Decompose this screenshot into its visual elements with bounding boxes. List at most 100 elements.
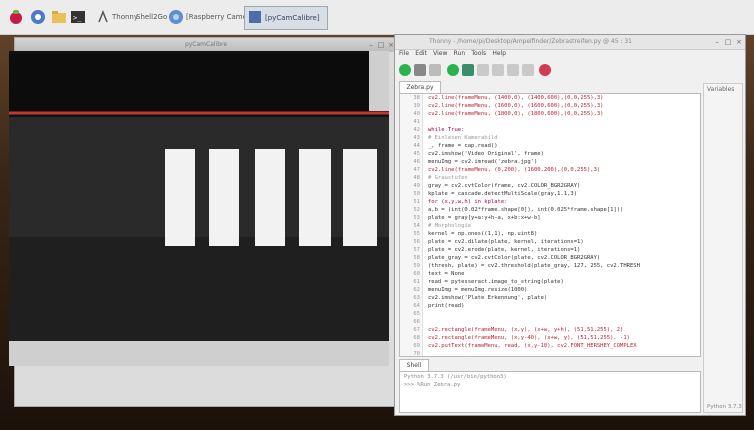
code-text: cv2.line(frameMenu, (1600,0), (1600,600)… — [428, 103, 604, 109]
taskbar-item-shell[interactable]: Shell2Go — [136, 13, 167, 21]
code-text: plate = cv2.erode(plate, kernel, iterati… — [428, 247, 581, 253]
code-text: while True: — [428, 127, 465, 133]
close-icon[interactable]: × — [735, 38, 743, 46]
code-text: cv2.rectangle(frameMenu, (x,y), (x+w, y+… — [428, 327, 624, 333]
svg-text:>_: >_ — [73, 14, 82, 22]
taskbar: >_ Thonny Shell2Go [Raspberry Camera] [p… — [0, 0, 754, 35]
raspberry-menu-icon[interactable] — [8, 9, 24, 25]
menu-tools[interactable]: Tools — [471, 50, 486, 57]
thonny-title: Thonny - /home/pi/Desktop/Ampelfinder/Ze… — [429, 38, 632, 45]
code-text: print(read) — [428, 303, 465, 309]
code-text: cv2.imshow('Video Original', frame) — [428, 151, 544, 157]
code-text: # Morphologie — [428, 223, 472, 229]
line-number: 44 — [413, 143, 420, 149]
code-text: for (x,y,w,h) in kplate: — [428, 199, 508, 205]
thonny-titlebar[interactable]: Thonny - /home/pi/Desktop/Ampelfinder/Ze… — [395, 35, 745, 50]
code-text: kernel = np.ones((1,1), np.uint8) — [428, 231, 538, 237]
menu-run[interactable]: Run — [454, 50, 466, 57]
code-line: 70 — [400, 350, 700, 356]
menu-edit[interactable]: Edit — [415, 50, 427, 57]
folder-icon[interactable] — [51, 9, 67, 25]
line-number: 50 — [413, 191, 420, 197]
line-number: 61 — [413, 279, 420, 285]
open-file-icon[interactable] — [414, 64, 426, 76]
line-number: 63 — [413, 295, 420, 301]
minimize-icon[interactable]: – — [713, 38, 721, 46]
line-number: 66 — [413, 319, 420, 325]
window-icon — [249, 11, 261, 23]
line-number: 69 — [413, 343, 420, 349]
menu-help[interactable]: Help — [492, 50, 506, 57]
maximize-icon[interactable]: □ — [377, 41, 385, 49]
code-text: gray = cv2.cvtColor(frame, cv2.COLOR_BGR… — [428, 183, 581, 189]
python-version-label: Python 3.7.3 — [707, 404, 742, 410]
line-number: 60 — [413, 271, 420, 277]
line-number: 45 — [413, 151, 420, 157]
thonny-icon[interactable] — [96, 9, 112, 25]
maximize-icon[interactable]: □ — [724, 38, 732, 46]
line-number: 67 — [413, 327, 420, 333]
code-text: cv2.line(frameMenu, (0,200), (1600,200),… — [428, 167, 601, 173]
step-into-icon[interactable] — [492, 64, 504, 76]
code-text: # Einlesen Kamerabild — [428, 135, 498, 141]
camera-icon — [168, 9, 184, 25]
terminal-icon[interactable]: >_ — [70, 9, 86, 25]
line-number: 52 — [413, 207, 420, 213]
code-text: (thresh, plate) = cv2.threshold(plate_gr… — [428, 263, 640, 269]
line-number: 55 — [413, 231, 420, 237]
variables-pane: Variables Python 3.7.3 — [703, 83, 743, 413]
debug-icon[interactable] — [462, 64, 474, 76]
code-text: kplate = cascade.detectMultiScale(gray,1… — [428, 191, 578, 197]
browser-icon[interactable] — [30, 9, 46, 25]
camera-window-title: pyCamCalibre — [184, 41, 228, 48]
taskbar-item-pycam: [pyCamCalibre] — [265, 14, 320, 22]
line-number: 46 — [413, 159, 420, 165]
line-number: 43 — [413, 135, 420, 141]
line-number: 47 — [413, 167, 420, 173]
line-number: 62 — [413, 287, 420, 293]
variables-pane-title: Variables — [707, 86, 735, 93]
code-text: plate = gray[y+a:y+h-a, x+b:x+w-b] — [428, 215, 541, 221]
camera-view — [9, 51, 389, 366]
line-number: 54 — [413, 223, 420, 229]
menu-file[interactable]: File — [399, 50, 409, 57]
step-over-icon[interactable] — [477, 64, 489, 76]
tab-zebra-py[interactable]: Zebra.py — [399, 81, 441, 93]
code-text: text = None — [428, 271, 465, 277]
save-file-icon[interactable] — [429, 64, 441, 76]
line-number: 57 — [413, 247, 420, 253]
run-icon[interactable] — [447, 64, 459, 76]
code-text: _, frame = cap.read() — [428, 143, 498, 149]
line-number: 58 — [413, 255, 420, 261]
code-text: plate = cv2.dilate(plate, kernel, iterat… — [428, 239, 584, 245]
line-number: 49 — [413, 183, 420, 189]
line-number: 48 — [413, 175, 420, 181]
resume-icon[interactable] — [522, 64, 534, 76]
taskbar-task-active[interactable]: [pyCamCalibre] — [244, 6, 328, 30]
code-editor[interactable]: 38 cv2.line(frameMenu, (1400,0), (1400,6… — [399, 93, 701, 357]
code-text: plate_gray = cv2.cvtColor(plate, cv2.COL… — [428, 255, 601, 261]
shell-console[interactable]: Python 3.7.3 (/usr/bin/python3) >>> %Run… — [399, 371, 701, 413]
line-number: 42 — [413, 127, 420, 133]
step-out-icon[interactable] — [507, 64, 519, 76]
stop-icon[interactable] — [539, 64, 551, 76]
shell-line: Python 3.7.3 (/usr/bin/python3) — [404, 374, 507, 380]
code-text: # Graustufen — [428, 175, 468, 181]
line-number: 56 — [413, 239, 420, 245]
camera-feed-image — [9, 51, 389, 366]
code-text: cv2.imshow('Plate Erkennung', plate) — [428, 295, 548, 301]
code-text: cv2.putText(frameMenu, read, (x,y-10), c… — [428, 343, 637, 349]
shell-line: >>> %Run Zebra.py — [404, 382, 461, 388]
code-text: cv2.line(frameMenu, (1400,0), (1400,600)… — [428, 95, 604, 101]
line-number: 53 — [413, 215, 420, 221]
line-number: 65 — [413, 311, 420, 317]
line-number: 38 — [413, 95, 420, 101]
code-text: menuImg = menuImg.resize(1000) — [428, 287, 528, 293]
taskbar-item-thonny[interactable]: Thonny — [112, 13, 138, 21]
menu-bar: File Edit View Run Tools Help — [395, 49, 745, 61]
code-text: read = pytesseract.image_to_string(plate… — [428, 279, 564, 285]
camera-window-titlebar[interactable]: pyCamCalibre – □ × — [15, 38, 397, 52]
new-file-icon[interactable] — [399, 64, 411, 76]
minimize-icon[interactable]: – — [367, 41, 375, 49]
menu-view[interactable]: View — [433, 50, 447, 57]
